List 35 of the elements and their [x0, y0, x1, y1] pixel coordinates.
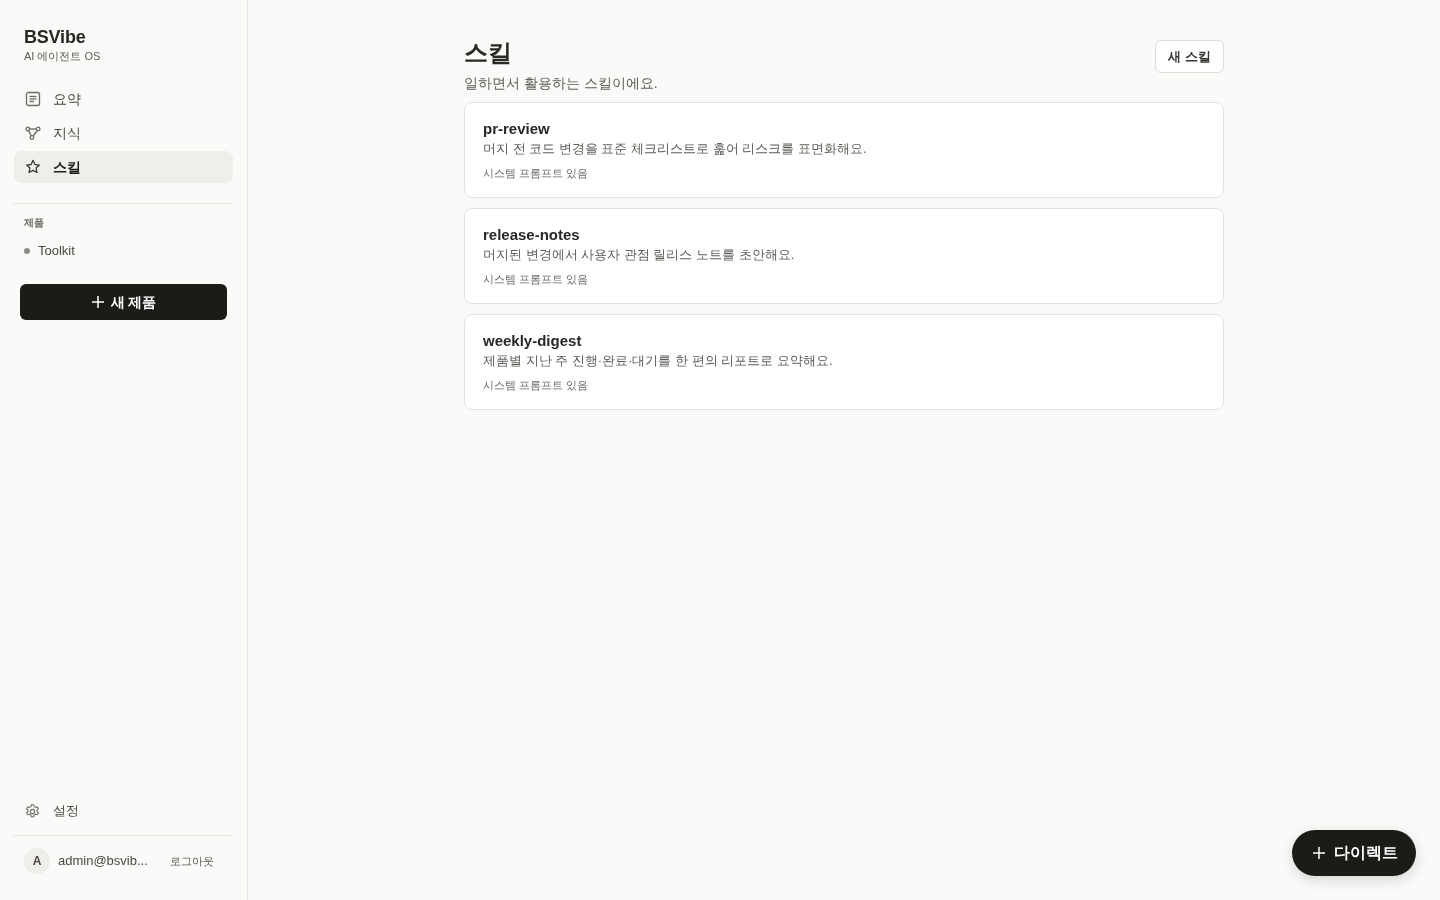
skill-description: 제품별 지난 주 진행·완료·대기를 한 편의 리포트로 요약해요.: [483, 352, 834, 370]
skill-card[interactable]: release-notes 머지된 변경에서 사용자 관점 릴리스 노트를 초안해요. 시스템 프롬프트 있음: [464, 208, 1224, 304]
skill-meta: 시스템 프롬프트 있음: [483, 166, 590, 180]
skill-name: release-notes: [483, 225, 581, 245]
user-avatar: A: [24, 848, 50, 874]
skill-name: weekly-digest: [483, 331, 583, 351]
page-title: 스킬: [464, 38, 513, 68]
page-subtitle: 일하면서 활용하는 스킬이에요.: [464, 74, 658, 92]
skill-card[interactable]: weekly-digest 제품별 지난 주 진행·완료·대기를 한 편의 리포트로 요약해요. 시스템 프롬프트 있음: [464, 314, 1224, 410]
direct-button[interactable]: 다이렉트: [1292, 830, 1416, 876]
section-heading: 제품: [23, 216, 45, 230]
gear-icon: [24, 802, 41, 820]
new-product-button[interactable]: 새 제품: [20, 284, 227, 320]
brand-name: BSVibe: [23, 26, 87, 48]
settings-item[interactable]: 설정: [14, 795, 89, 827]
skill-description: 머지된 변경에서 사용자 관점 릴리스 노트를 초안해요.: [483, 246, 796, 264]
plus-icon: [90, 295, 105, 309]
skill-name: pr-review: [483, 119, 551, 139]
skill-meta: 시스템 프롬프트 있음: [483, 272, 590, 286]
star-icon: [25, 159, 41, 175]
document-icon: [25, 91, 41, 107]
product-item[interactable]: Toolkit: [14, 237, 85, 265]
logout-link[interactable]: 로그아웃: [169, 852, 214, 870]
sidebar-nav-item[interactable]: 요약: [14, 83, 233, 115]
user-email: admin@bsvib...: [58, 852, 148, 871]
plus-icon: [1312, 846, 1326, 860]
skill-description: 머지 전 코드 변경을 표준 체크리스트로 훑어 리스크를 표면화해요.: [483, 140, 868, 158]
skill-card[interactable]: pr-review 머지 전 코드 변경을 표준 체크리스트로 훑어 리스크를 표면화해요. 시스템 프롬프트 있음: [464, 102, 1224, 198]
brand-tagline: AI 에이전트 OS: [23, 49, 102, 63]
sidebar-nav-item[interactable]: 스킬: [14, 151, 233, 183]
bullet-dot-icon: [24, 248, 30, 254]
skill-meta: 시스템 프롬프트 있음: [483, 378, 590, 392]
sidebar-nav-item[interactable]: 지식: [14, 117, 233, 149]
new-skill-button[interactable]: 새 스킬: [1155, 40, 1224, 73]
nodes-icon: [25, 125, 41, 141]
